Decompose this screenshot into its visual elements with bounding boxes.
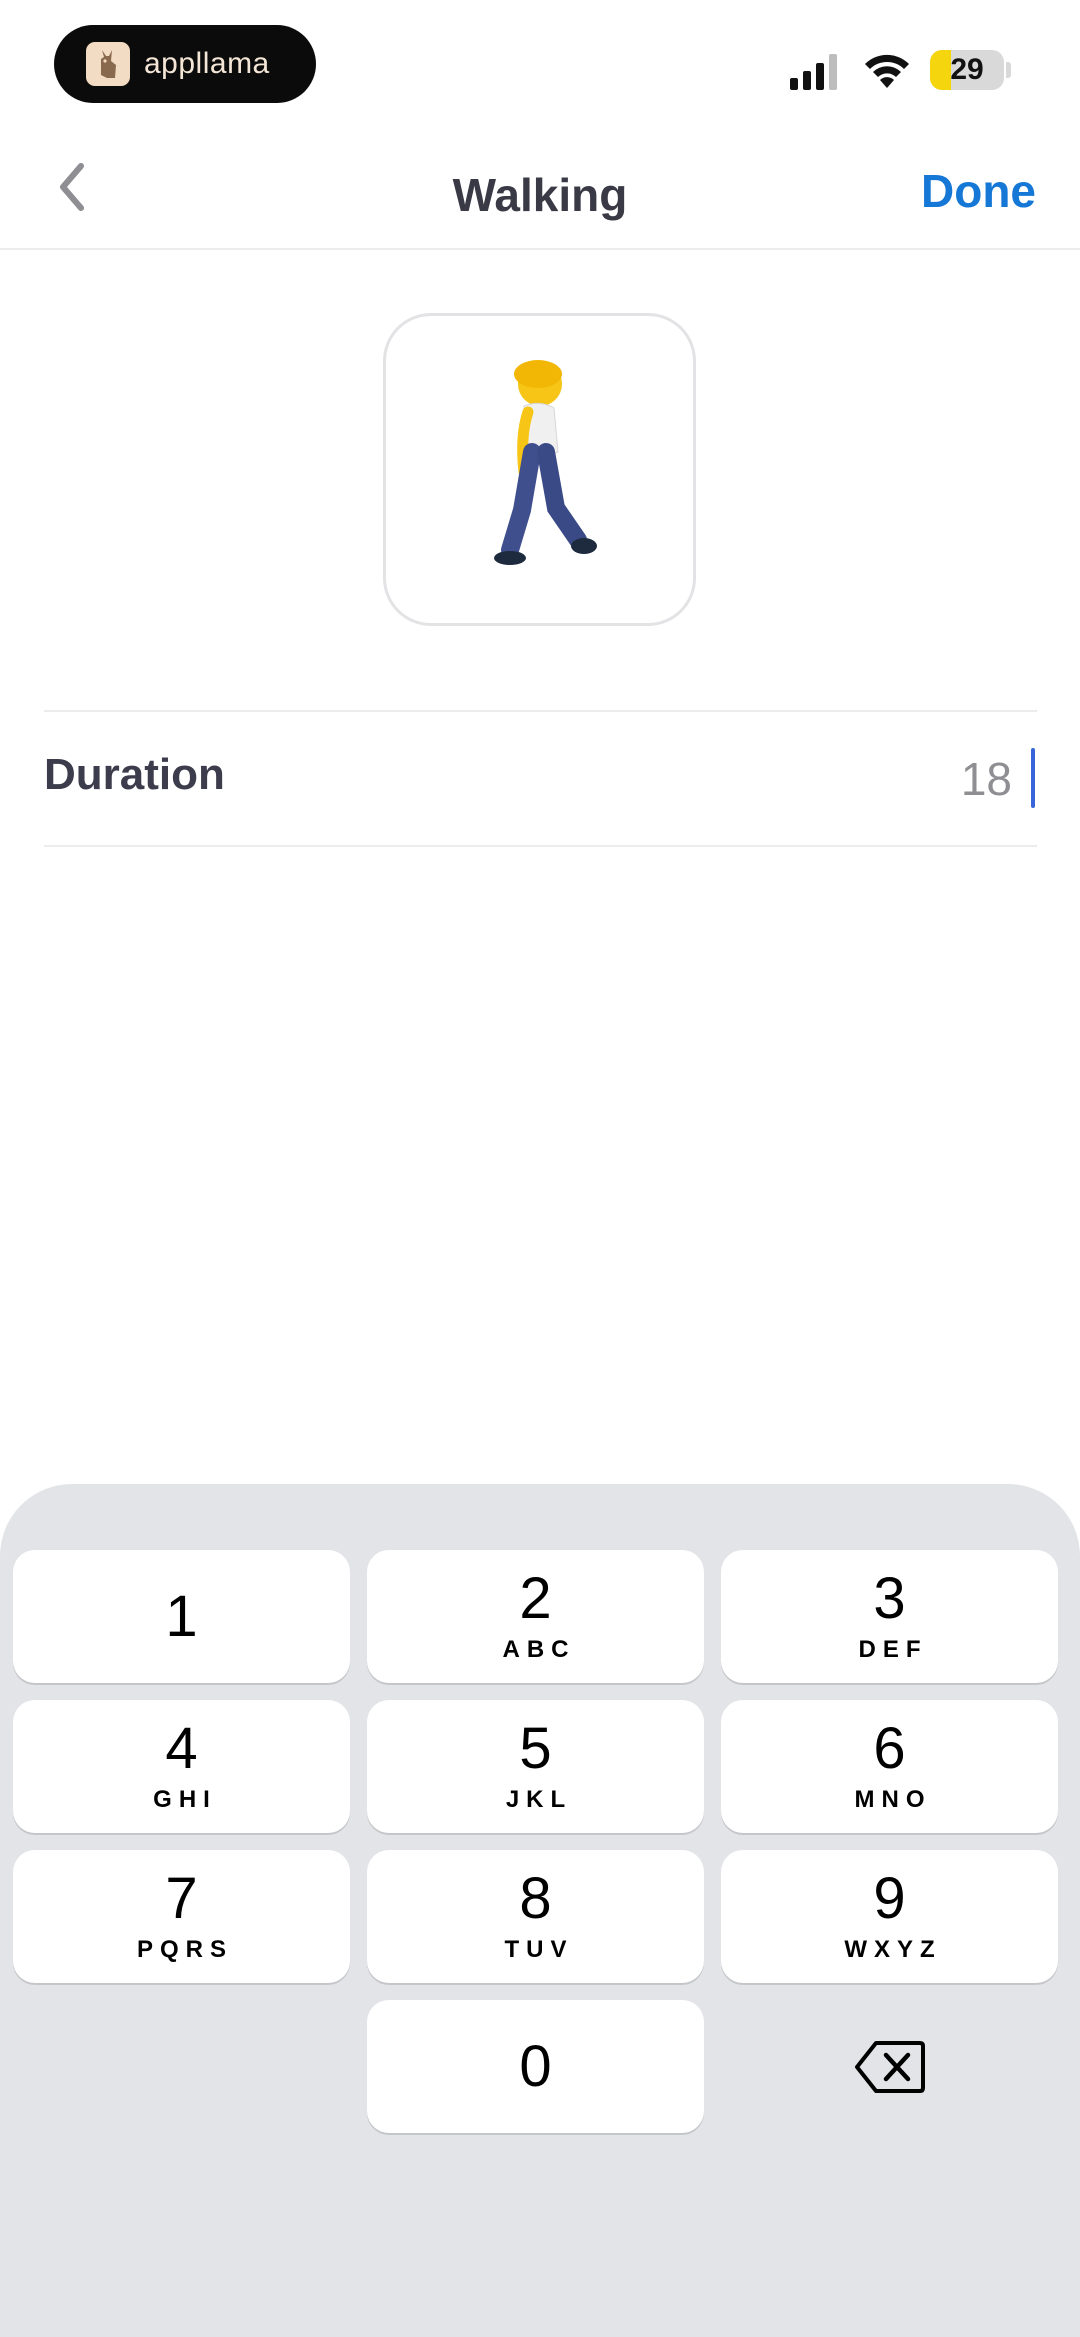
key-9[interactable]: 9 WXYZ	[721, 1850, 1058, 1983]
key-letters: JKL	[505, 1785, 573, 1813]
wifi-icon	[865, 54, 909, 88]
key-letters: GHI	[153, 1785, 217, 1813]
key-digit: 7	[165, 1865, 198, 1931]
key-7[interactable]: 7 PQRS	[13, 1850, 350, 1983]
key-0[interactable]: 0	[367, 2000, 704, 2133]
battery-cap	[1006, 62, 1011, 78]
key-digit: 2	[519, 1565, 552, 1631]
text-caret	[1031, 748, 1035, 808]
cellular-signal-icon	[790, 54, 837, 90]
key-2[interactable]: 2 ABC	[367, 1550, 704, 1683]
brand-pill: appllama	[54, 25, 316, 103]
key-digit: 3	[873, 1565, 906, 1631]
key-4[interactable]: 4 GHI	[13, 1700, 350, 1833]
numeric-keypad: 1 2 ABC 3 DEF 4 GHI 5 JKL 6 MNO 7 PQRS 8…	[0, 1484, 1080, 2337]
llama-logo-icon	[86, 42, 130, 86]
battery-level: 29	[950, 53, 984, 86]
key-letters: WXYZ	[844, 1935, 942, 1963]
brand-name: appllama	[144, 47, 270, 80]
key-1[interactable]: 1	[13, 1550, 350, 1683]
screen: appllama 29 Walking Done Duration 18 1 2…	[0, 0, 1080, 2337]
key-letters: PQRS	[136, 1935, 233, 1963]
key-letters: MNO	[854, 1785, 932, 1813]
done-button[interactable]: Done	[921, 164, 1036, 218]
key-3[interactable]: 3 DEF	[721, 1550, 1058, 1683]
backspace-icon	[854, 2040, 925, 2093]
key-digit: 5	[519, 1715, 552, 1781]
key-digit: 0	[519, 2033, 552, 2099]
person-walking-icon	[493, 359, 597, 565]
delete-key[interactable]	[721, 2000, 1058, 2133]
duration-label: Duration	[44, 750, 225, 799]
battery-indicator: 29	[930, 50, 1004, 90]
key-letters: DEF	[858, 1635, 928, 1663]
key-6[interactable]: 6 MNO	[721, 1700, 1058, 1833]
divider-bottom	[44, 845, 1037, 847]
activity-icon-tile[interactable]	[383, 313, 696, 626]
key-8[interactable]: 8 TUV	[367, 1850, 704, 1983]
key-digit: 8	[519, 1865, 552, 1931]
key-5[interactable]: 5 JKL	[367, 1700, 704, 1833]
status-bar: appllama 29	[0, 0, 1080, 130]
nav-bar: Walking Done	[0, 130, 1080, 250]
page-title: Walking	[452, 169, 628, 221]
key-letters: ABC	[502, 1635, 576, 1663]
key-digit: 4	[165, 1715, 198, 1781]
key-digit: 1	[165, 1583, 198, 1649]
key-letters: TUV	[504, 1935, 574, 1963]
key-digit: 9	[873, 1865, 906, 1931]
key-digit: 6	[873, 1715, 906, 1781]
duration-input[interactable]: 18	[961, 752, 1012, 806]
divider-top	[44, 710, 1037, 712]
